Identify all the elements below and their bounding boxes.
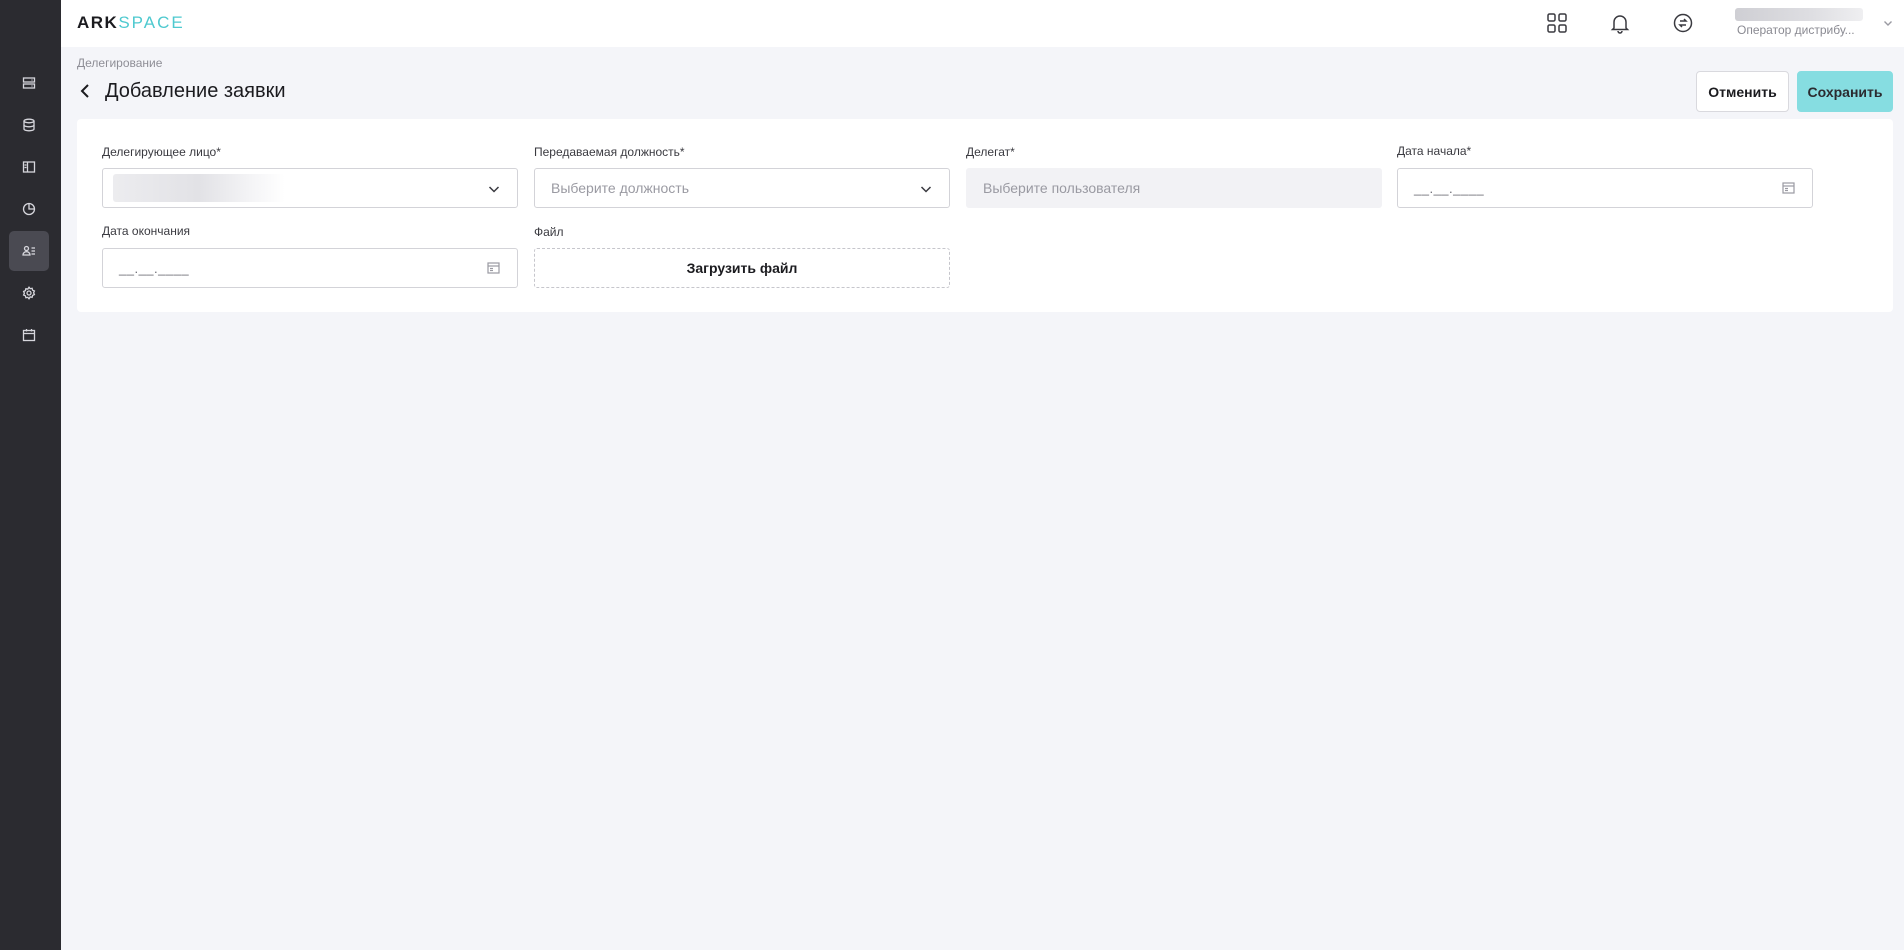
chevron-down-icon — [920, 186, 932, 193]
page-title: Добавление заявки — [105, 80, 286, 102]
position-select[interactable]: Выберите должность — [534, 168, 950, 208]
cancel-button[interactable]: Отменить — [1696, 71, 1789, 112]
breadcrumb[interactable]: Делегирование — [77, 56, 162, 70]
database-icon — [23, 118, 35, 132]
end-date-input[interactable]: __.__.____ — [102, 248, 518, 288]
logo-part-ark: ARK — [77, 13, 119, 32]
user-role: Оператор дистрибу... — [1737, 23, 1855, 37]
sidebar-item-delegation[interactable] — [9, 231, 49, 271]
save-button[interactable]: Сохранить — [1797, 71, 1893, 112]
file-label: Файл — [534, 225, 564, 239]
pie-chart-icon — [22, 202, 36, 216]
switch-role-button[interactable] — [1671, 11, 1695, 35]
form-card: Делегирующее лицо* Передаваемая должност… — [77, 119, 1893, 312]
upload-file-button[interactable]: Загрузить файл — [534, 248, 950, 288]
position-label: Передаваемая должность* — [534, 145, 685, 159]
users-icon — [22, 245, 35, 256]
delegate-select[interactable]: Выберите пользователя — [966, 168, 1382, 208]
logo-part-space: SPACE — [118, 13, 185, 32]
calendar-icon — [487, 262, 500, 274]
sidebar-item-calendar[interactable] — [9, 315, 49, 355]
start-date-label: Дата начала* — [1397, 144, 1472, 158]
calendar-icon — [1782, 182, 1795, 194]
delegating-person-value-redacted — [113, 174, 285, 202]
sidebar-item-layout[interactable] — [9, 147, 49, 187]
app-logo[interactable]: ARK SPACE — [77, 13, 185, 33]
swap-icon — [1673, 13, 1693, 33]
sidebar — [0, 0, 61, 950]
apps-grid-icon — [1547, 13, 1567, 33]
layout-icon — [22, 161, 36, 173]
apps-button[interactable] — [1545, 11, 1569, 35]
sidebar-item-settings[interactable] — [9, 273, 49, 313]
calendar-icon — [22, 329, 36, 342]
delegating-person-label: Делегирующее лицо* — [102, 145, 221, 159]
chevron-left-icon — [80, 84, 89, 98]
notifications-button[interactable] — [1608, 11, 1632, 35]
start-date-input[interactable]: __.__.____ — [1397, 168, 1813, 208]
server-icon — [22, 77, 36, 89]
end-date-label: Дата окончания — [102, 224, 191, 238]
delegate-label: Делегат* — [966, 145, 1015, 159]
gear-icon — [22, 286, 36, 300]
bell-icon — [1610, 15, 1630, 34]
sidebar-item-servers[interactable] — [9, 63, 49, 103]
chevron-down-icon — [1884, 21, 1892, 26]
sidebar-item-reports[interactable] — [9, 189, 49, 229]
delegate-placeholder: Выберите пользователя — [983, 180, 1141, 196]
user-menu[interactable]: Оператор дистрибу... — [1735, 6, 1895, 42]
start-date-mask: __.__.____ — [1414, 180, 1485, 196]
top-header: ARK SPACE Оператор дистрибу... — [61, 0, 1904, 47]
end-date-mask: __.__.____ — [119, 260, 190, 276]
back-button[interactable] — [79, 81, 97, 101]
position-placeholder: Выберите должность — [551, 180, 689, 196]
user-name-redacted — [1735, 8, 1863, 21]
delegating-person-select[interactable] — [102, 168, 518, 208]
chevron-down-icon — [488, 186, 500, 193]
sidebar-item-database[interactable] — [9, 105, 49, 145]
